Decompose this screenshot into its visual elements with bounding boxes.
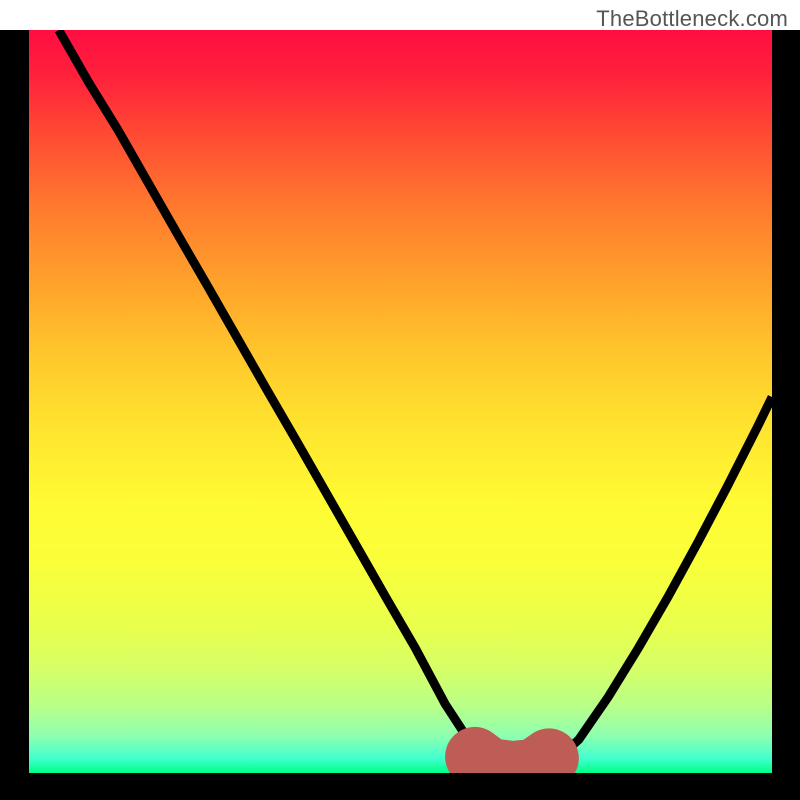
optimal-range-marker xyxy=(29,30,772,773)
plot-area xyxy=(29,30,772,773)
frame-left xyxy=(0,30,29,800)
frame-bottom xyxy=(0,773,800,800)
watermark-text: TheBottleneck.com xyxy=(596,6,788,32)
frame-right xyxy=(772,30,800,800)
bump-path xyxy=(475,757,549,771)
